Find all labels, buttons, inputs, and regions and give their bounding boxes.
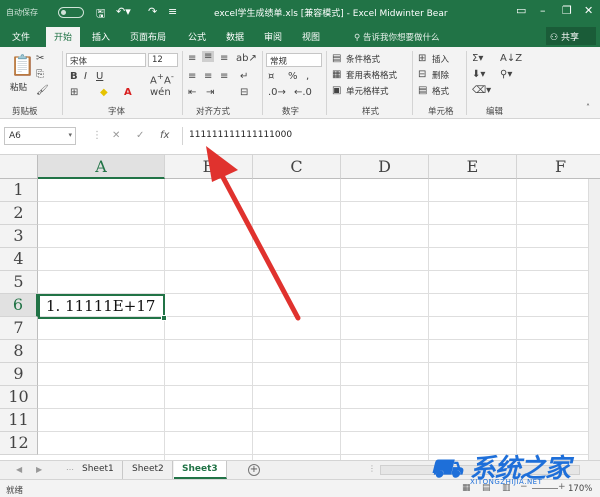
sheet-overflow-icon[interactable]: … — [66, 463, 74, 472]
arrow-shaft — [215, 165, 301, 321]
add-sheet-icon[interactable]: + — [248, 464, 260, 476]
arrow-head — [206, 146, 238, 182]
watermark-logo: ⛟ 系统之家 XITONGZHIJIA.NET — [430, 448, 598, 494]
sheet-tab-3[interactable]: Sheet3 — [174, 461, 227, 479]
annotation-arrow — [206, 146, 301, 321]
tab-splitter-icon[interactable]: ⋮ — [368, 464, 376, 473]
status-text: 就绪 — [6, 486, 24, 496]
watermark-url: XITONGZHIJIA.NET — [470, 478, 543, 486]
next-sheet-icon[interactable]: ▶ — [36, 465, 42, 474]
sheet-tab-1[interactable]: Sheet1 — [74, 461, 123, 479]
sheet-tab-2[interactable]: Sheet2 — [124, 461, 173, 479]
prev-sheet-icon[interactable]: ◀ — [16, 465, 22, 474]
